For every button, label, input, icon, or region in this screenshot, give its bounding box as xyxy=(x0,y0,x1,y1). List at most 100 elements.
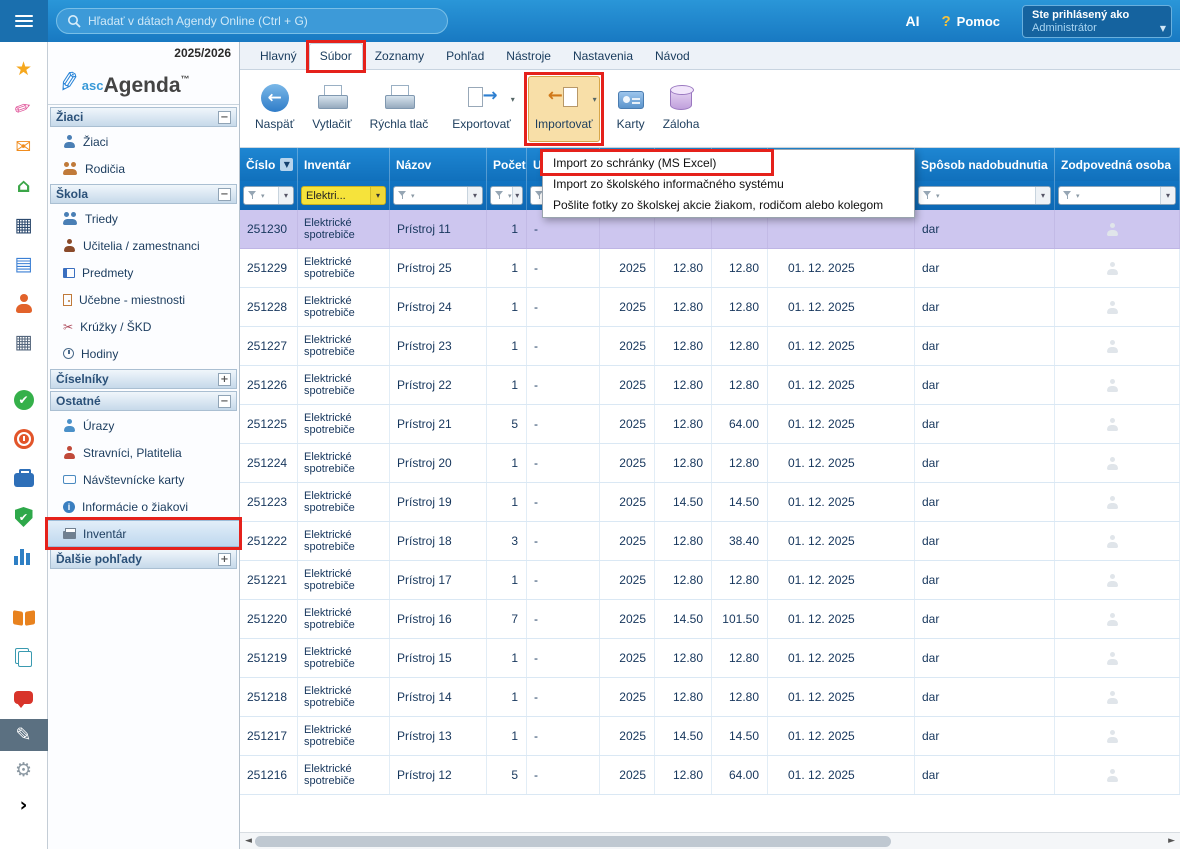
cell[interactable]: 1 xyxy=(487,444,527,482)
cell[interactable]: dar xyxy=(915,561,1055,599)
cell[interactable] xyxy=(1055,717,1180,755)
quick-print-button[interactable]: Rýchla tlač xyxy=(363,76,436,142)
table-row-251223[interactable]: 251223Elektrické spotrebičePrístroj 191-… xyxy=(240,483,1180,522)
cell[interactable]: 5 xyxy=(487,756,527,794)
menu-item-import-school-system[interactable]: Import zo školského informačného systému xyxy=(543,173,914,194)
sidebar-item-informacie-o-ziakovi[interactable]: Informácie o žiakovi xyxy=(48,493,239,520)
statistics-chart-icon[interactable] xyxy=(0,540,48,572)
table-row-251219[interactable]: 251219Elektrické spotrebičePrístroj 151-… xyxy=(240,639,1180,678)
sidebar-item-predmety[interactable]: Predmety xyxy=(48,259,239,286)
cell[interactable]: 12.80 xyxy=(712,678,768,716)
briefcase-icon[interactable] xyxy=(0,462,48,494)
cell[interactable]: Elektrické spotrebiče xyxy=(298,288,390,326)
cell[interactable]: dar xyxy=(915,678,1055,716)
cell[interactable]: Elektrické spotrebiče xyxy=(298,249,390,287)
cell[interactable]: - xyxy=(527,678,600,716)
cell[interactable]: 2025 xyxy=(600,444,655,482)
cell[interactable]: dar xyxy=(915,756,1055,794)
section-dalsie-pohlady[interactable]: Ďalšie pohľady+ xyxy=(50,549,237,569)
cell[interactable]: Elektrické spotrebiče xyxy=(298,405,390,443)
section-ciselniky[interactable]: Číselníky+ xyxy=(50,369,237,389)
cell[interactable]: 64.00 xyxy=(712,405,768,443)
chevron-down-icon[interactable]: ▾ xyxy=(1035,187,1050,204)
cell[interactable]: Elektrické spotrebiče xyxy=(298,483,390,521)
magic-wand-icon[interactable]: ✎ xyxy=(0,92,48,124)
cell[interactable]: 251220 xyxy=(240,600,298,638)
cell[interactable]: Prístroj 16 xyxy=(390,600,487,638)
cell[interactable]: 1 xyxy=(487,639,527,677)
cell[interactable]: 2025 xyxy=(600,639,655,677)
attendance-clock-icon[interactable] xyxy=(0,423,48,455)
chevron-down-icon[interactable]: ▾ xyxy=(370,187,385,204)
cell[interactable]: 2025 xyxy=(600,327,655,365)
cell[interactable]: 12.80 xyxy=(655,522,712,560)
cell[interactable]: 12.80 xyxy=(712,249,768,287)
gradebook-icon[interactable]: ▤ xyxy=(0,248,48,280)
table-row-251220[interactable]: 251220Elektrické spotrebičePrístroj 167-… xyxy=(240,600,1180,639)
sidebar-item-triedy[interactable]: Triedy xyxy=(48,205,239,232)
sidebar-item-stravnici[interactable]: Stravníci, Platitelia xyxy=(48,439,239,466)
column-header-sp-sob-nadobudnutia[interactable]: Spôsob nadobudnutia xyxy=(915,148,1055,181)
cards-button[interactable]: Karty xyxy=(610,76,652,142)
chat-icon[interactable] xyxy=(0,680,48,712)
cell[interactable]: 01. 12. 2025 xyxy=(768,600,915,638)
cell[interactable]: 1 xyxy=(487,366,527,404)
cell[interactable]: - xyxy=(527,600,600,638)
cell[interactable]: 1 xyxy=(487,561,527,599)
cell[interactable]: 14.50 xyxy=(655,483,712,521)
cell[interactable]: dar xyxy=(915,327,1055,365)
export-button[interactable]: Exportovať▾ xyxy=(445,76,518,142)
table-row-251228[interactable]: 251228Elektrické spotrebičePrístroj 241-… xyxy=(240,288,1180,327)
cell[interactable]: 251227 xyxy=(240,327,298,365)
home-icon[interactable]: ⌂ xyxy=(0,170,48,202)
cell[interactable]: 1 xyxy=(487,678,527,716)
sidebar-item-ucitelia[interactable]: Učitelia / zamestnanci xyxy=(48,232,239,259)
account-menu[interactable]: Ste prihlásený ako Administrátor ▼ xyxy=(1022,5,1172,38)
cell[interactable]: 2025 xyxy=(600,366,655,404)
cell[interactable]: 2025 xyxy=(600,756,655,794)
cell[interactable]: 2025 xyxy=(600,561,655,599)
cell[interactable]: dar xyxy=(915,522,1055,560)
cell[interactable]: Prístroj 20 xyxy=(390,444,487,482)
cell[interactable]: - xyxy=(527,756,600,794)
backup-button[interactable]: Záloha xyxy=(656,76,707,142)
cell[interactable] xyxy=(1055,522,1180,560)
person-icon[interactable] xyxy=(0,287,48,319)
cell[interactable]: 01. 12. 2025 xyxy=(768,249,915,287)
sidebar-item-urazy[interactable]: Úrazy xyxy=(48,412,239,439)
cell[interactable]: - xyxy=(527,405,600,443)
cell[interactable] xyxy=(1055,639,1180,677)
cell[interactable]: dar xyxy=(915,444,1055,482)
cell[interactable]: 12.80 xyxy=(655,678,712,716)
column-header-n-zov[interactable]: Názov xyxy=(390,148,487,181)
sidebar-item-navstevnicke-karty[interactable]: Návštevnícke karty xyxy=(48,466,239,493)
cell[interactable]: 12.80 xyxy=(655,639,712,677)
cell[interactable]: 251229 xyxy=(240,249,298,287)
horizontal-scrollbar[interactable]: ◄ ► xyxy=(240,832,1180,849)
menu-item-import-clipboard[interactable]: Import zo schránky (MS Excel) xyxy=(543,152,914,173)
cell[interactable]: 251218 xyxy=(240,678,298,716)
collapse-icon[interactable]: − xyxy=(218,111,231,124)
cell[interactable]: 2025 xyxy=(600,717,655,755)
attendance-check-icon[interactable]: ✔ xyxy=(0,384,48,416)
hamburger-menu-icon[interactable] xyxy=(0,0,48,42)
scrollbar-thumb[interactable] xyxy=(255,836,891,847)
cell[interactable] xyxy=(1055,483,1180,521)
cell[interactable]: 2025 xyxy=(600,405,655,443)
cell[interactable]: 12.80 xyxy=(712,327,768,365)
table-row-251218[interactable]: 251218Elektrické spotrebičePrístroj 141-… xyxy=(240,678,1180,717)
cell[interactable]: 251224 xyxy=(240,444,298,482)
cell[interactable]: Elektrické spotrebiče xyxy=(298,366,390,404)
cell[interactable]: 12.80 xyxy=(712,561,768,599)
cell[interactable]: 01. 12. 2025 xyxy=(768,366,915,404)
cell[interactable]: dar xyxy=(915,717,1055,755)
cell[interactable]: Prístroj 21 xyxy=(390,405,487,443)
cell[interactable]: 14.50 xyxy=(712,717,768,755)
cell[interactable]: 12.80 xyxy=(712,366,768,404)
ai-button[interactable]: AI xyxy=(905,13,919,29)
cell[interactable]: 14.50 xyxy=(655,717,712,755)
cell[interactable]: Elektrické spotrebiče xyxy=(298,756,390,794)
sidebar-item-ucebne[interactable]: Učebne - miestnosti xyxy=(48,286,239,313)
cell[interactable]: 251216 xyxy=(240,756,298,794)
menu-item-send-photos[interactable]: Pošlite fotky zo školskej akcie žiakom, … xyxy=(543,194,914,215)
